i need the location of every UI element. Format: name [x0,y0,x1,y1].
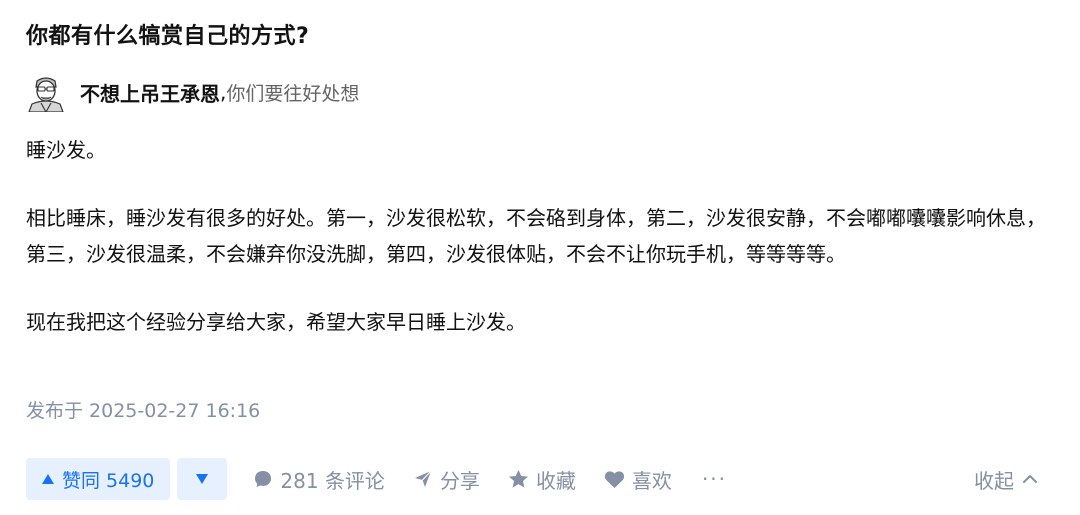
collapse-button[interactable]: 收起 [974,465,1038,494]
author-name[interactable]: 不想上吊王承恩 [80,78,220,107]
publish-time[interactable]: 发布于 2025-02-27 16:16 [26,396,260,423]
comment-icon [253,469,273,489]
answer-paragraph: 相比睡床，睡沙发有很多的好处。第一，沙发很松软，不会硌到身体，第二，沙发很安静，… [26,206,1046,266]
star-icon [508,469,529,489]
avatar[interactable] [26,72,66,112]
favorite-button[interactable]: 收藏 [508,465,576,494]
chevron-up-icon [1022,474,1038,484]
comments-button[interactable]: 281 条评论 [253,465,385,494]
heart-icon [604,470,625,489]
vote-down-button[interactable] [177,458,228,500]
answer-paragraph: 现在我把这个经验分享给大家，希望大家早日睡上沙发。 [26,310,526,334]
triangle-down-icon [196,474,209,484]
share-button[interactable]: 分享 [413,465,480,494]
paper-plane-icon [413,469,433,489]
like-button[interactable]: 喜欢 [604,465,672,494]
vote-up-label: 赞同 5490 [62,469,155,492]
question-title[interactable]: 你都有什么犒赏自己的方式? [26,18,309,50]
like-label: 喜欢 [631,468,672,493]
answer-content: 睡沙发。 相比睡床，睡沙发有很多的好处。第一，沙发很松软，不会硌到身体，第二，沙… [26,132,1046,340]
favorite-label: 收藏 [535,468,576,493]
vote-up-button[interactable]: 赞同 5490 [26,458,171,500]
more-button[interactable]: ··· [702,467,727,491]
share-label: 分享 [439,468,480,493]
collapse-label: 收起 [974,468,1014,493]
author-headline: 你们要往好处想 [226,82,360,105]
triangle-up-icon [42,474,54,484]
author-info: 不想上吊王承恩 , 你们要往好处想 [26,72,359,112]
action-bar: 赞同 5490 281 条评论 分享 收藏 喜欢 ··· 收起 [26,458,1056,500]
comments-label: 281 条评论 [280,468,385,493]
answer-paragraph: 睡沙发。 [26,138,106,162]
